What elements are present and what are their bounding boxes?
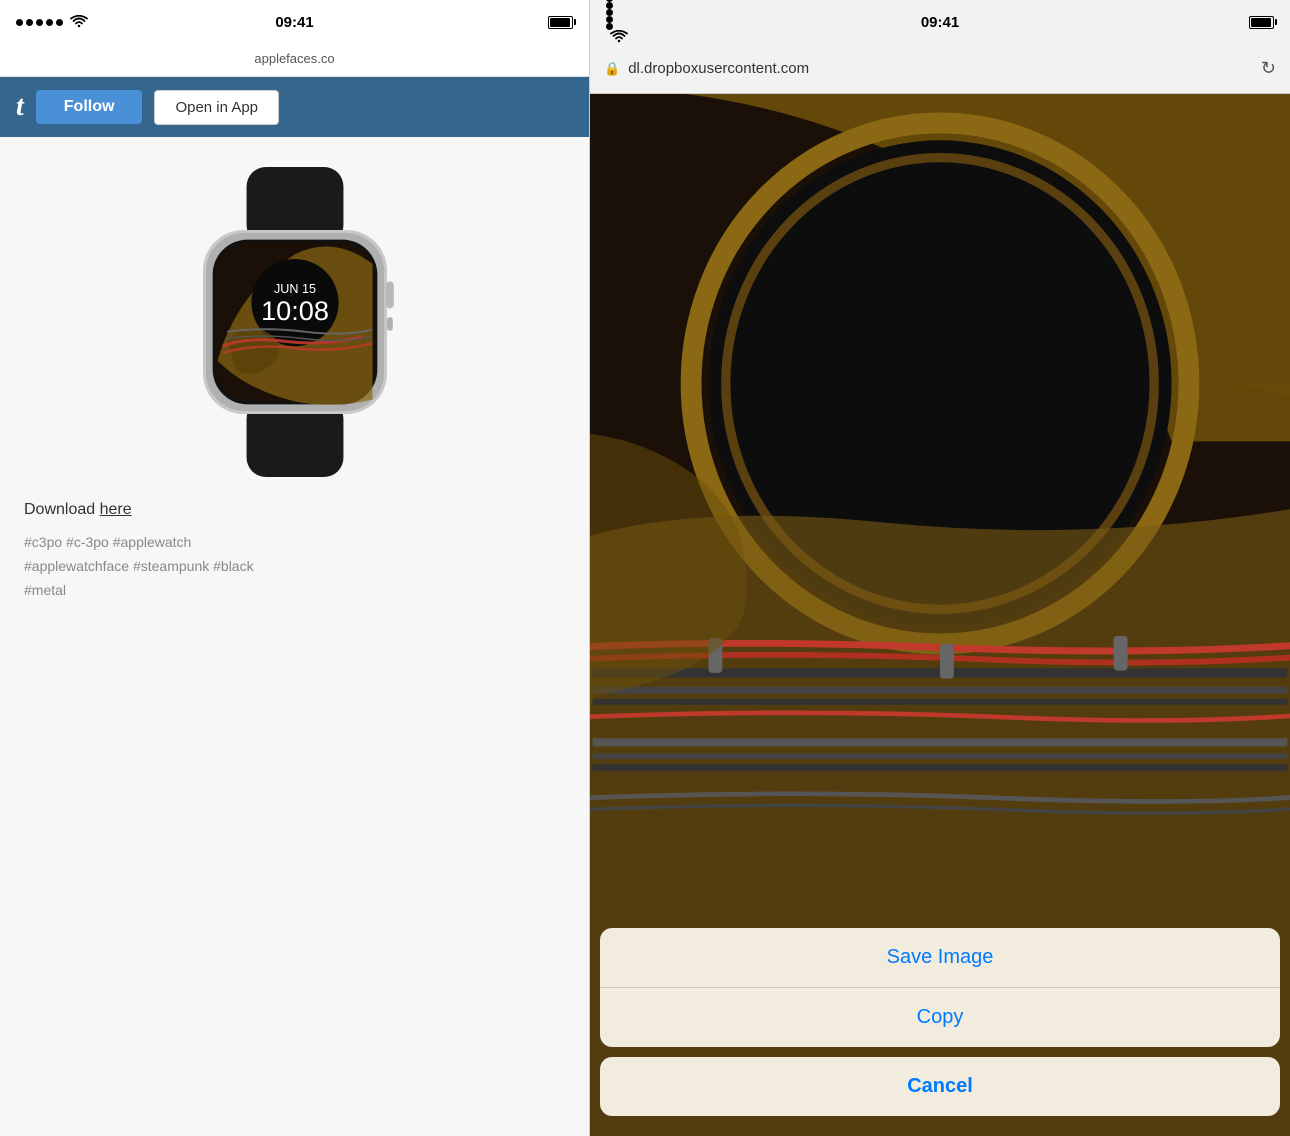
save-image-button[interactable]: Save Image — [600, 928, 1280, 987]
context-menu-cancel: Cancel — [600, 1057, 1280, 1116]
left-url: applefaces.co — [254, 51, 334, 66]
signal-dot-5 — [56, 19, 63, 26]
cancel-button[interactable]: Cancel — [600, 1057, 1280, 1116]
right-signal-dot-4 — [606, 16, 613, 23]
right-url[interactable]: dl.dropboxusercontent.com — [628, 60, 1253, 77]
right-time: 09:41 — [921, 14, 959, 31]
signal-dots — [16, 15, 88, 29]
download-link[interactable]: here — [100, 501, 132, 518]
left-content: JUN 15 10:08 Download here #c3po #c-3po … — [0, 137, 589, 1136]
left-panel: 09:41 applefaces.co t Follow Open in App — [0, 0, 590, 1136]
right-battery — [1249, 16, 1274, 29]
reload-icon[interactable]: ↻ — [1261, 58, 1276, 79]
right-battery-box — [1249, 16, 1274, 29]
signal-dot-1 — [16, 19, 23, 26]
follow-button[interactable]: Follow — [36, 90, 143, 124]
right-signal-dot-2 — [606, 2, 613, 9]
status-bar-right: 09:41 — [590, 0, 1290, 44]
status-bar-left: 09:41 — [0, 0, 589, 44]
signal-dot-4 — [46, 19, 53, 26]
image-area: Save Image Copy Cancel — [590, 94, 1290, 1136]
battery-left — [548, 16, 573, 29]
copy-button[interactable]: Copy — [600, 988, 1280, 1047]
url-bar-left: applefaces.co — [0, 44, 589, 77]
signal-dot-3 — [36, 19, 43, 26]
context-menu-overlay: Save Image Copy Cancel — [590, 928, 1290, 1136]
browser-bar-right: 🔒 dl.dropboxusercontent.com ↻ — [590, 44, 1290, 94]
right-wifi-icon — [610, 30, 628, 44]
svg-text:10:08: 10:08 — [261, 295, 329, 326]
tumblr-nav: t Follow Open in App — [0, 77, 589, 137]
battery-fill — [550, 18, 570, 27]
download-text: Download here — [20, 501, 132, 519]
svg-text:JUN 15: JUN 15 — [274, 282, 316, 296]
signal-dot-2 — [26, 19, 33, 26]
right-signal-dot-5 — [606, 23, 613, 30]
left-time: 09:41 — [275, 14, 313, 31]
hashtags: #c3po #c-3po #applewatch #applewatchface… — [20, 531, 254, 602]
right-panel: 09:41 🔒 dl.dropboxusercontent.com ↻ — [590, 0, 1290, 1136]
context-menu-group: Save Image Copy — [600, 928, 1280, 1047]
tumblr-logo: t — [16, 91, 24, 123]
open-in-app-button[interactable]: Open in App — [154, 90, 279, 125]
watch-container: JUN 15 10:08 — [165, 167, 425, 477]
right-battery-fill — [1251, 18, 1271, 27]
wifi-icon — [70, 15, 88, 29]
lock-icon: 🔒 — [604, 61, 620, 77]
battery-box — [548, 16, 573, 29]
right-signal-dots — [606, 0, 628, 49]
apple-watch-image: JUN 15 10:08 — [165, 167, 425, 477]
right-signal-dot-3 — [606, 9, 613, 16]
